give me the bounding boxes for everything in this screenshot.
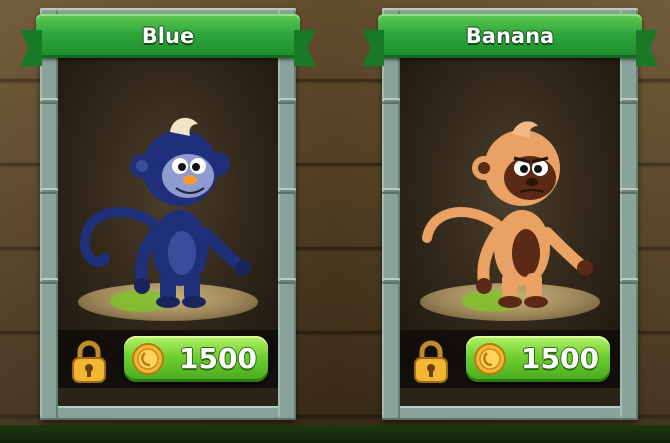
padlock-icon [414,340,448,383]
character-card-banana[interactable]: Banana 1500 [362,8,658,430]
price-bar: 1500 [400,330,620,388]
character-name: Blue [141,24,195,48]
buy-button[interactable]: 1500 [466,336,610,382]
price-label: 1500 [179,342,257,375]
blue-monkey-image [80,117,251,308]
price-bar: 1500 [58,330,278,388]
price-label: 1500 [521,342,599,375]
coin-icon [474,343,506,375]
character-name: Banana [465,24,555,48]
buy-button[interactable]: 1500 [124,336,268,382]
padlock-icon [72,340,106,383]
banana-monkey-image [422,121,593,308]
name-banner: Blue [20,14,316,66]
name-banner: Banana [362,14,658,66]
character-card-blue[interactable]: Blue 1500 [20,8,316,430]
coin-icon [132,343,164,375]
